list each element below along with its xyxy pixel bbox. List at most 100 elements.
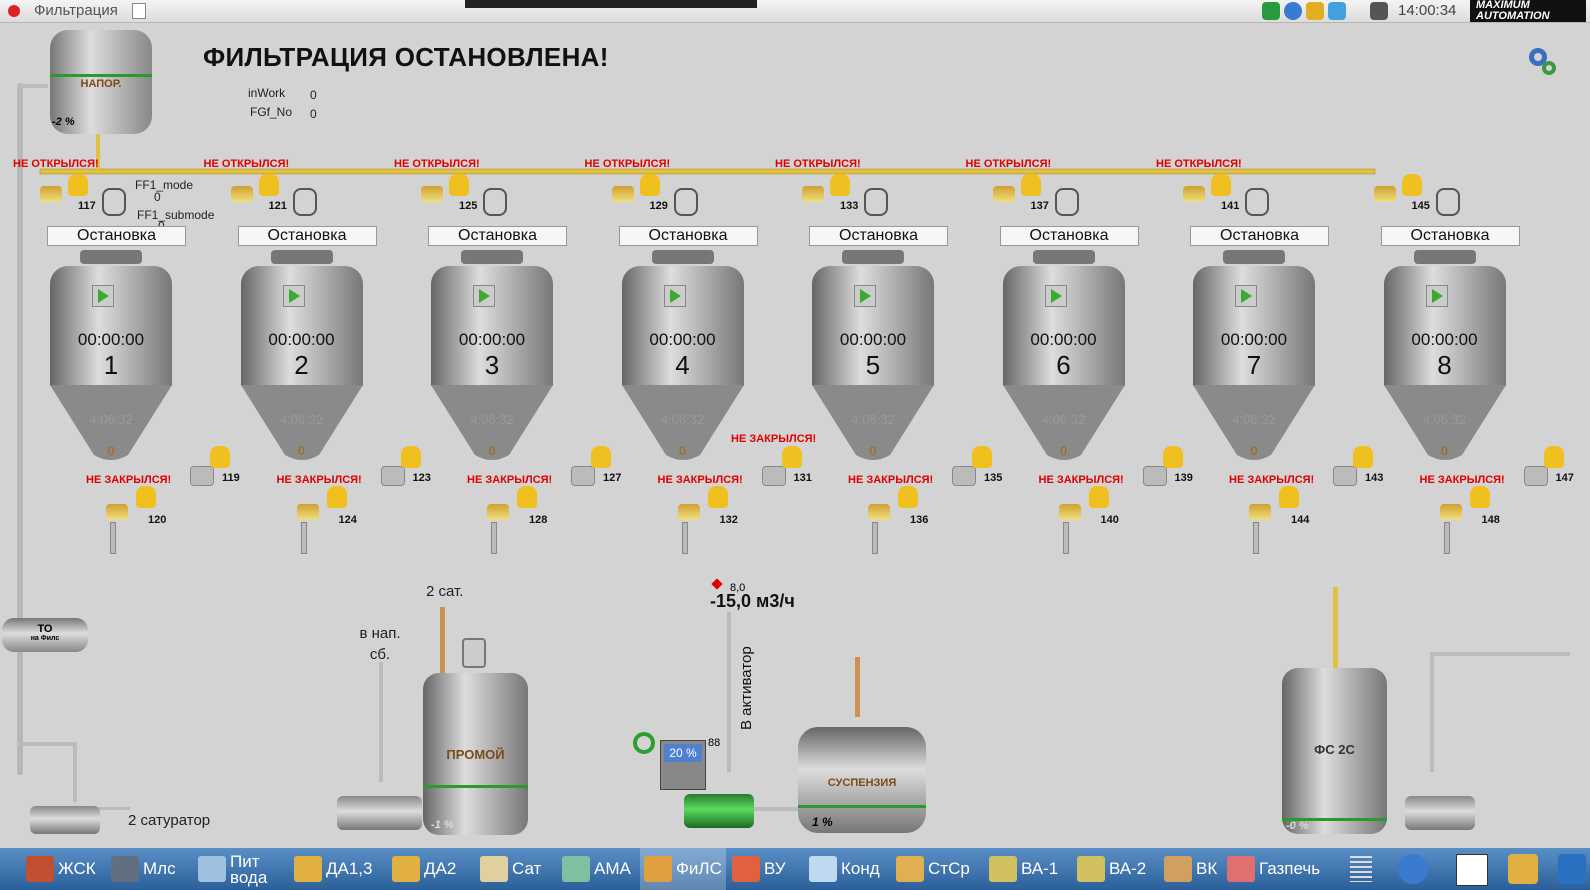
bottom-valve[interactable] — [1439, 504, 1462, 520]
side-valve[interactable] — [571, 466, 595, 486]
top-valve[interactable] — [40, 186, 62, 202]
heat-exchanger[interactable]: ТО на Филс — [2, 618, 88, 652]
side-valve[interactable] — [380, 466, 405, 486]
top-valve[interactable] — [421, 186, 443, 202]
filter-tank[interactable]: 00:00:00 4 4:06:32 0 — [621, 250, 744, 462]
top-valve[interactable] — [611, 186, 634, 202]
taskbar-item-12[interactable]: ВА-2 — [1073, 848, 1159, 890]
hand-icon[interactable] — [210, 446, 230, 468]
start-button[interactable] — [473, 285, 495, 307]
start-button[interactable] — [92, 285, 114, 307]
refresh-icon[interactable] — [630, 730, 658, 756]
suspension-tank[interactable]: СУСПЕНЗИЯ 1 % — [798, 727, 926, 833]
taskbar-item-2[interactable]: Пит вода — [194, 848, 288, 890]
taskbar-item-3[interactable]: ДА1,3 — [290, 848, 386, 890]
hand-icon[interactable] — [68, 174, 88, 196]
filter-tank[interactable]: 00:00:00 3 4:06:32 0 — [431, 250, 553, 462]
side-valve[interactable] — [952, 466, 976, 486]
top-valve[interactable] — [1373, 186, 1396, 202]
taskbar-item-7[interactable]: ФиЛС — [640, 848, 726, 890]
lock-icon[interactable] — [673, 188, 698, 216]
saturator-pump[interactable] — [30, 806, 100, 834]
hand-icon[interactable] — [830, 174, 850, 196]
side-valve[interactable] — [1333, 466, 1357, 486]
document-icon[interactable] — [132, 3, 146, 19]
wash-tank-motor[interactable] — [462, 638, 486, 668]
bottom-valve[interactable] — [487, 504, 509, 520]
taskbar-item-5[interactable]: Сат — [476, 848, 556, 890]
tray-app-icon[interactable] — [1262, 2, 1280, 20]
top-valve[interactable] — [1183, 186, 1205, 202]
hand-icon[interactable] — [1401, 174, 1422, 196]
start-button[interactable] — [282, 285, 305, 307]
fs-tank[interactable]: ФС 2С -0 % — [1282, 668, 1387, 834]
fs-pump[interactable] — [1405, 796, 1475, 830]
taskbar-item-10[interactable]: СтСр — [892, 848, 984, 890]
start-button[interactable] — [1044, 285, 1067, 307]
hand-icon[interactable] — [707, 486, 728, 508]
hand-tool-icon[interactable] — [1558, 854, 1586, 884]
filter-tank[interactable]: 00:00:00 6 4:06:32 0 — [1002, 250, 1125, 462]
close-window-button[interactable] — [8, 5, 20, 17]
filter-tank[interactable]: 00:00:00 7 4:06:32 0 — [1193, 250, 1315, 462]
side-valve[interactable] — [1523, 466, 1548, 486]
side-valve[interactable] — [1142, 466, 1167, 486]
hand-icon[interactable] — [1543, 446, 1564, 468]
lock-icon[interactable] — [102, 188, 126, 216]
top-valve[interactable] — [230, 186, 253, 202]
lock-icon[interactable] — [1054, 188, 1079, 216]
settings-icon[interactable] — [1398, 854, 1428, 884]
menu-icon[interactable] — [1350, 856, 1372, 882]
bottom-valve[interactable] — [868, 504, 890, 520]
taskbar-item-8[interactable]: ВУ — [728, 848, 802, 890]
filter-tank[interactable]: 00:00:00 2 4:06:32 0 — [240, 250, 363, 462]
hand-icon[interactable] — [781, 446, 802, 468]
supply-tank[interactable]: НАПОР. -2 % — [50, 30, 152, 134]
bottom-valve[interactable] — [1058, 504, 1081, 520]
side-valve[interactable] — [190, 466, 214, 486]
taskbar-item-9[interactable]: Конд — [805, 848, 891, 890]
hand-icon[interactable] — [639, 174, 660, 196]
bottom-valve[interactable] — [1249, 504, 1271, 520]
wash-tank[interactable]: ПРОМОЙ -1 % — [423, 673, 528, 835]
taskbar-item-6[interactable]: АМА — [558, 848, 638, 890]
recording-toolbar[interactable] — [465, 0, 757, 8]
hand-icon[interactable] — [1162, 446, 1183, 468]
lock-icon[interactable] — [483, 188, 507, 216]
hand-icon[interactable] — [1211, 174, 1231, 196]
lock-icon[interactable] — [292, 188, 317, 216]
wash-pump[interactable] — [337, 796, 422, 830]
hand-icon[interactable] — [1353, 446, 1373, 468]
hand-icon[interactable] — [972, 446, 992, 468]
taskbar-item-14[interactable]: Газпечь — [1223, 848, 1339, 890]
hand-icon[interactable] — [449, 174, 469, 196]
filter-tank[interactable]: 00:00:00 1 4:06:32 0 — [50, 250, 172, 462]
lock-icon[interactable] — [1435, 188, 1460, 216]
warning-icon[interactable] — [1306, 2, 1324, 20]
hand-icon[interactable] — [136, 486, 156, 508]
bottom-valve[interactable] — [296, 504, 319, 520]
hand-icon[interactable] — [1020, 174, 1041, 196]
top-valve[interactable] — [992, 186, 1015, 202]
flow-value[interactable]: -15,0 м3/ч — [710, 591, 795, 612]
hand-icon[interactable] — [591, 446, 611, 468]
top-valve[interactable] — [802, 186, 824, 202]
start-button[interactable] — [1425, 285, 1448, 307]
filter-tank[interactable]: 00:00:00 8 4:06:32 0 — [1383, 250, 1506, 462]
side-valve[interactable] — [761, 466, 786, 486]
bottom-valve[interactable] — [106, 504, 128, 520]
hand-icon[interactable] — [517, 486, 537, 508]
taskbar-item-11[interactable]: ВА-1 — [985, 848, 1071, 890]
hand-icon[interactable] — [898, 486, 918, 508]
taskbar-item-1[interactable]: Млс — [107, 848, 191, 890]
start-button[interactable] — [1235, 285, 1257, 307]
frequency-converter[interactable]: 20 % — [660, 740, 706, 790]
hand-icon[interactable] — [1279, 486, 1299, 508]
start-button[interactable] — [663, 285, 686, 307]
chat-icon[interactable] — [1284, 2, 1302, 20]
filter-tank[interactable]: 00:00:00 5 4:06:32 0 — [812, 250, 934, 462]
suspension-pump[interactable] — [684, 794, 754, 828]
start-button[interactable] — [854, 285, 876, 307]
hand-icon[interactable] — [326, 486, 347, 508]
bottom-valve[interactable] — [677, 504, 700, 520]
